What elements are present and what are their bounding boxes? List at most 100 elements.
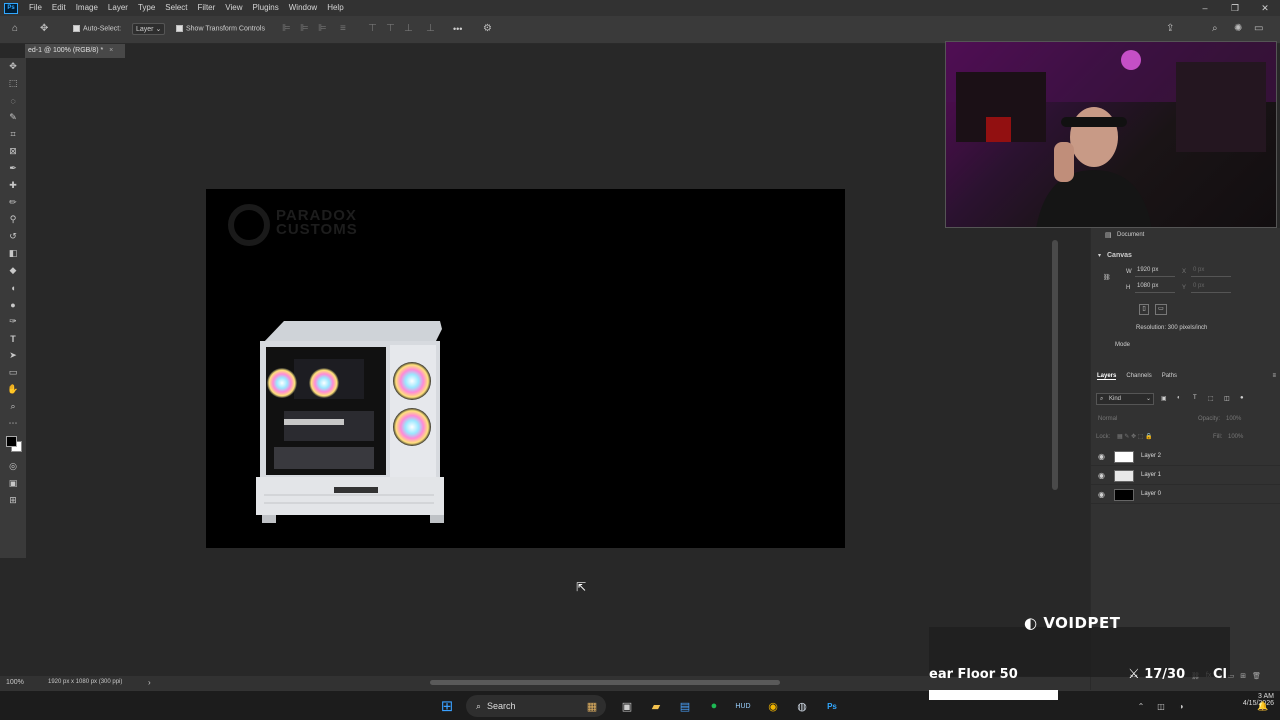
gear-icon[interactable]: ⚙: [483, 23, 492, 34]
tray-volume-icon[interactable]: ◑: [1172, 697, 1190, 715]
hud-fx-icon[interactable]: HUD: [734, 697, 752, 715]
restore-icon[interactable]: ❐: [1220, 0, 1250, 16]
type-tool-icon[interactable]: T: [0, 330, 26, 347]
align-left-icon[interactable]: ⊫: [282, 23, 291, 34]
transform-controls-checkbox[interactable]: Show Transform Controls: [176, 25, 265, 32]
stamp-tool-icon[interactable]: ⚲: [0, 211, 26, 228]
color-swatches[interactable]: [0, 432, 26, 458]
opacity-field[interactable]: 100%: [1226, 416, 1241, 422]
kind-filter-dropdown[interactable]: ⌕ Kind ⌄: [1096, 393, 1154, 405]
dodge-tool-icon[interactable]: ●: [0, 296, 26, 313]
fill-field[interactable]: 100%: [1228, 434, 1243, 440]
menu-help[interactable]: Help: [322, 0, 348, 16]
menu-type[interactable]: Type: [133, 0, 160, 16]
height-field[interactable]: 1080 px: [1135, 283, 1175, 293]
paint-bucket-icon[interactable]: ◆: [0, 262, 26, 279]
close-icon[interactable]: ✕: [1250, 0, 1280, 16]
x-field[interactable]: 0 px: [1191, 267, 1231, 277]
layer-row[interactable]: ◉ Layer 2: [1091, 448, 1280, 466]
notepad-icon[interactable]: ▤: [676, 697, 694, 715]
panel-menu-icon[interactable]: ≡: [1272, 373, 1276, 379]
home-icon[interactable]: ⌂: [12, 23, 18, 34]
auto-select-dropdown[interactable]: Layer ⌄: [132, 23, 166, 35]
distribute-icon[interactable]: ≡: [340, 23, 346, 34]
lock-icons[interactable]: ▦ ✎ ✥ ⬚ 🔒: [1117, 433, 1153, 440]
more-tools-icon[interactable]: ⋯: [0, 415, 26, 432]
eraser-tool-icon[interactable]: ◧: [0, 245, 26, 262]
tab-channels[interactable]: Channels: [1126, 373, 1151, 380]
menu-image[interactable]: Image: [71, 0, 103, 16]
align-center-icon[interactable]: ⊫: [300, 23, 309, 34]
windows-start-icon[interactable]: ⊞: [438, 697, 456, 715]
menu-view[interactable]: View: [220, 0, 247, 16]
filter-pixel-icon[interactable]: ▣: [1161, 395, 1167, 402]
y-field[interactable]: 0 px: [1191, 283, 1231, 293]
landscape-icon[interactable]: ▭: [1155, 304, 1167, 315]
quick-select-tool-icon[interactable]: ✎: [0, 109, 26, 126]
history-brush-icon[interactable]: ↺: [0, 228, 26, 245]
document-canvas[interactable]: PARADOX CUSTOMS: [206, 189, 845, 548]
align-right-icon[interactable]: ⊫: [318, 23, 327, 34]
marquee-tool-icon[interactable]: ⬚: [0, 75, 26, 92]
menu-window[interactable]: Window: [284, 0, 322, 16]
filter-type-icon[interactable]: T: [1193, 395, 1197, 401]
filter-smart-object-icon[interactable]: ◫: [1224, 395, 1230, 402]
move-tool-icon[interactable]: ✥: [0, 58, 26, 75]
portrait-icon[interactable]: ▯: [1139, 304, 1149, 315]
eyedropper-tool-icon[interactable]: ✒: [0, 160, 26, 177]
new-layer-icon[interactable]: ⊞: [1240, 672, 1246, 680]
workspace-icon[interactable]: ▭: [1254, 23, 1263, 34]
menu-filter[interactable]: Filter: [193, 0, 221, 16]
contextual-bar-icon[interactable]: ⊞: [0, 492, 26, 509]
menu-edit[interactable]: Edit: [47, 0, 71, 16]
search-icon[interactable]: ⌕: [1212, 23, 1218, 34]
auto-select-checkbox[interactable]: Auto-Select:: [73, 25, 121, 32]
quick-mask-icon[interactable]: ◎: [0, 458, 26, 475]
horizontal-scrollbar[interactable]: [430, 680, 780, 685]
filter-toggle-icon[interactable]: ●: [1240, 395, 1244, 401]
steam-icon[interactable]: ◍: [793, 697, 811, 715]
blend-mode-dropdown[interactable]: Normal: [1098, 416, 1117, 422]
more-options-icon[interactable]: •••: [453, 24, 462, 34]
brush-tool-icon[interactable]: ✏: [0, 194, 26, 211]
minimize-icon[interactable]: –: [1190, 0, 1220, 16]
foreground-color-swatch[interactable]: [6, 436, 17, 447]
document-tab[interactable]: ed-1 @ 100% (RGB/8) * ×: [25, 44, 125, 58]
chrome-icon[interactable]: ◉: [764, 697, 782, 715]
layer-name[interactable]: Layer 0: [1141, 491, 1161, 497]
lightbulb-icon[interactable]: ✺: [1234, 23, 1242, 34]
align-top-icon[interactable]: ⊤: [368, 23, 377, 34]
frame-tool-icon[interactable]: ⊠: [0, 143, 26, 160]
lasso-tool-icon[interactable]: ◌: [0, 92, 26, 109]
tab-paths[interactable]: Paths: [1162, 373, 1177, 380]
rectangle-tool-icon[interactable]: ▭: [0, 364, 26, 381]
width-field[interactable]: 1920 px: [1135, 267, 1175, 277]
spotify-icon[interactable]: ●: [705, 697, 723, 715]
screen-mode-icon[interactable]: ▣: [0, 475, 26, 492]
notification-icon[interactable]: 🔔: [1254, 697, 1272, 715]
status-arrow-icon[interactable]: ›: [148, 678, 151, 687]
hand-tool-icon[interactable]: ✋: [0, 381, 26, 398]
visibility-eye-icon[interactable]: ◉: [1098, 490, 1105, 499]
layer-name[interactable]: Layer 2: [1141, 453, 1161, 459]
menu-layer[interactable]: Layer: [103, 0, 133, 16]
task-view-icon[interactable]: ▣: [618, 697, 636, 715]
widgets-icon[interactable]: ▦: [583, 697, 601, 715]
filter-adjustment-icon[interactable]: ◐: [1177, 395, 1181, 401]
layer-row[interactable]: ◉ Layer 1: [1091, 467, 1280, 485]
tray-network-icon[interactable]: ◫: [1152, 697, 1170, 715]
share-icon[interactable]: ⇪: [1166, 23, 1174, 34]
distribute-vertical-icon[interactable]: ⊥: [426, 23, 435, 34]
crop-tool-icon[interactable]: ⌗: [0, 126, 26, 143]
layer-row[interactable]: ◉ Layer 0: [1091, 486, 1280, 504]
blur-tool-icon[interactable]: ◖: [0, 279, 26, 296]
filter-shape-icon[interactable]: ⬚: [1208, 395, 1214, 402]
align-bottom-icon[interactable]: ⊥: [404, 23, 413, 34]
layer-name[interactable]: Layer 1: [1141, 472, 1161, 478]
menu-file[interactable]: File: [24, 0, 47, 16]
align-middle-icon[interactable]: ⊤: [386, 23, 395, 34]
canvas-section-title[interactable]: Canvas: [1107, 252, 1132, 259]
tray-chevron-icon[interactable]: ⌃: [1132, 697, 1150, 715]
menu-plugins[interactable]: Plugins: [248, 0, 284, 16]
move-tool-icon[interactable]: ✥: [40, 23, 48, 34]
